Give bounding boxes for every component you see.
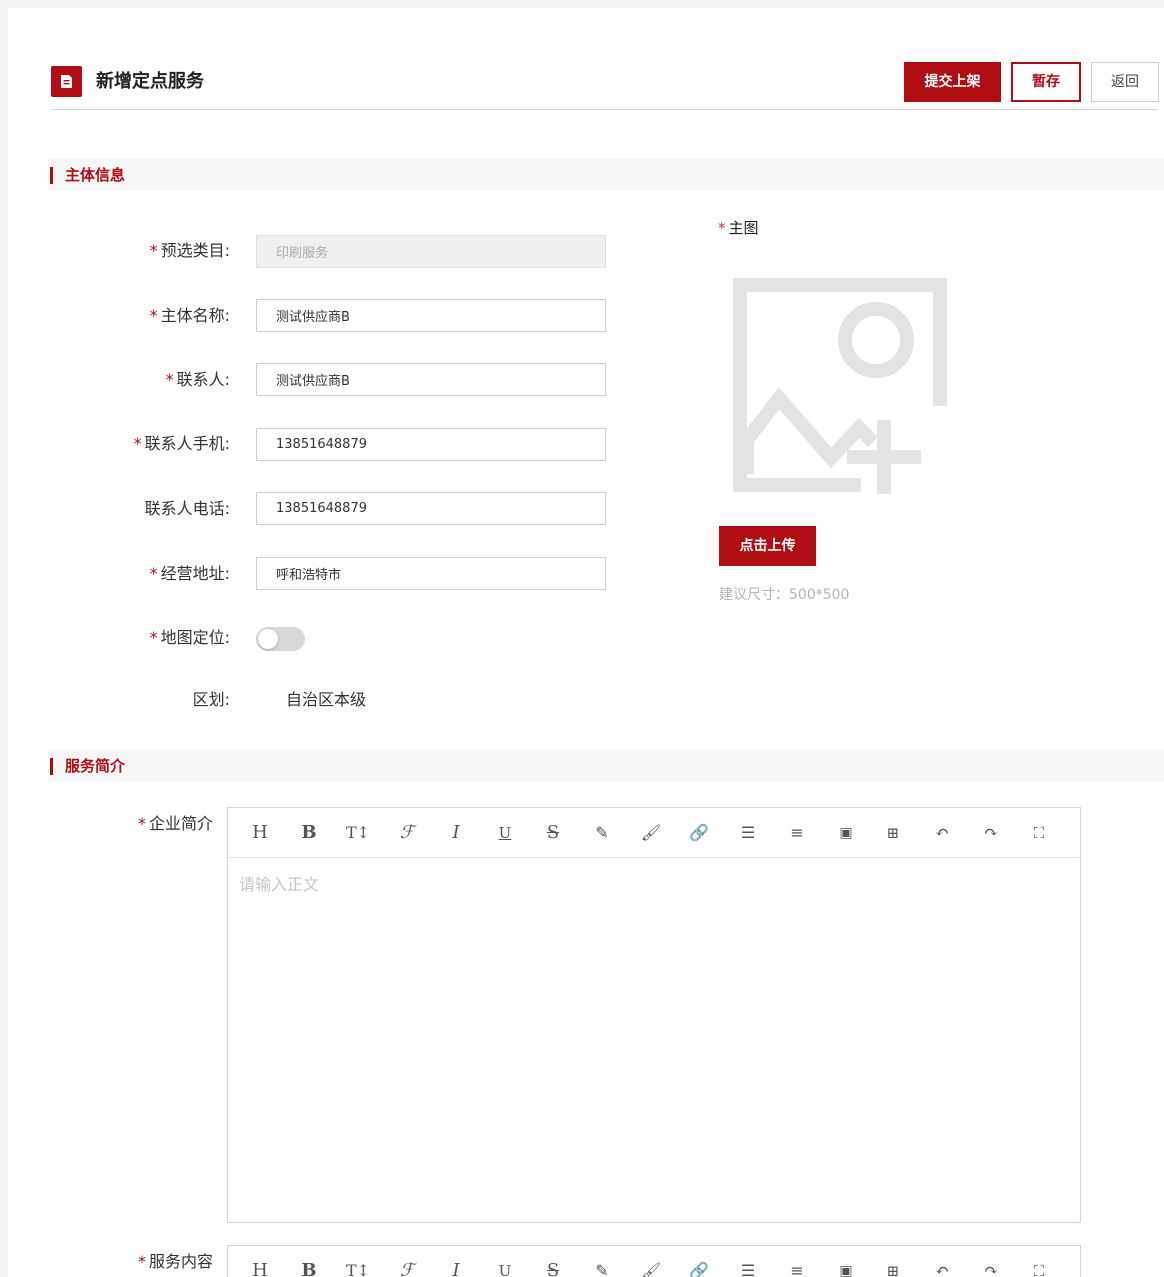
service-content-editor[interactable]: H B T↕ ℱ I U S ✎ 🖌 🔗 ☰ ≡ ▣ ⊞ ↶ ↷ ⛶ [227,1245,1081,1277]
align-icon[interactable]: ≡ [784,820,810,846]
contact-field[interactable] [256,363,606,396]
toggle-knob [258,629,278,649]
section-subject-info: 主体信息 [48,159,1164,191]
category-label: * 预选类目: [149,241,230,260]
contact-mobile-field[interactable] [256,428,606,461]
text-color-icon[interactable]: ✎ [589,1258,615,1277]
district-value: 自治区本级 [286,690,367,709]
font-size-icon[interactable]: T↕ [345,820,371,846]
table-icon[interactable]: ⊞ [880,1258,906,1277]
editor-toolbar: H B T↕ ℱ I U S ✎ 🖌 🔗 ☰ ≡ ▣ ⊞ ↶ ↷ ⛶ [228,808,1080,858]
table-icon[interactable]: ⊞ [880,820,906,846]
bold-icon[interactable]: B [296,1258,322,1277]
underline-icon[interactable]: U [492,820,518,846]
address-label: * 经营地址: [149,564,230,583]
align-icon[interactable]: ≡ [784,1258,810,1277]
category-field [256,235,606,268]
address-field[interactable] [256,557,606,590]
section-service-intro: 服务简介 [48,750,1164,782]
district-label: 区划: [192,690,230,709]
font-size-icon[interactable]: T↕ [345,1258,371,1277]
undo-icon[interactable]: ↶ [929,820,955,846]
text-color-icon[interactable]: ✎ [589,820,615,846]
image-placeholder-icon[interactable] [733,278,949,498]
list-icon[interactable]: ☰ [735,820,761,846]
list-icon[interactable]: ☰ [735,1258,761,1277]
fullscreen-icon[interactable]: ⛶ [1026,1258,1052,1277]
undo-icon[interactable]: ↶ [929,1258,955,1277]
redo-icon[interactable]: ↷ [978,1258,1004,1277]
submit-publish-button[interactable]: 提交上架 [904,62,1001,102]
heading-icon[interactable]: H [247,820,273,846]
upload-button[interactable]: 点击上传 [719,526,816,566]
link-icon[interactable]: 🔗 [686,1258,712,1277]
editor-toolbar: H B T↕ ℱ I U S ✎ 🖌 🔗 ☰ ≡ ▣ ⊞ ↶ ↷ ⛶ [228,1246,1080,1277]
company-intro-editor[interactable]: H B T↕ ℱ I U S ✎ 🖌 🔗 ☰ ≡ ▣ ⊞ ↶ ↷ ⛶ 请输入正文 [227,807,1081,1223]
image-icon[interactable]: ▣ [833,820,859,846]
contact-label: * 联系人: [165,370,230,389]
font-family-icon[interactable]: ℱ [394,820,420,846]
link-icon[interactable]: 🔗 [686,820,712,846]
bold-icon[interactable]: B [296,820,322,846]
italic-icon[interactable]: I [443,820,469,846]
redo-icon[interactable]: ↷ [978,820,1004,846]
contact-mobile-label: * 联系人手机: [133,434,230,453]
editor-placeholder: 请输入正文 [239,875,320,894]
service-content-label: * 服务内容 [137,1252,213,1271]
contact-phone-field[interactable] [256,492,606,525]
size-hint: 建议尺寸：500*500 [719,587,850,603]
heading-icon[interactable]: H [247,1258,273,1277]
page-title: 新增定点服务 [96,71,204,92]
section-title: 服务简介 [65,757,126,775]
background-color-icon[interactable]: 🖌 [638,1258,664,1277]
main-image-label: * 主图 [718,219,759,237]
italic-icon[interactable]: I [443,1258,469,1277]
section-title: 主体信息 [65,166,126,184]
section-marker [50,167,53,184]
map-location-toggle[interactable] [256,627,305,651]
map-location-label: * 地图定位: [149,628,230,647]
section-marker [50,758,53,775]
document-icon [51,66,82,97]
fullscreen-icon[interactable]: ⛶ [1026,820,1052,846]
subject-name-field[interactable] [256,299,606,332]
strikethrough-icon[interactable]: S [540,1258,566,1277]
page: 新增定点服务 提交上架 暂存 返回 主体信息 *预选类目: *主体名称: *联系… [8,8,1164,1277]
background-color-icon[interactable]: 🖌 [638,820,664,846]
save-draft-button[interactable]: 暂存 [1011,62,1081,102]
contact-phone-label: 联系人电话: [144,499,230,518]
image-icon[interactable]: ▣ [833,1258,859,1277]
company-intro-label: * 企业简介 [137,814,213,833]
underline-icon[interactable]: U [492,1258,518,1277]
header-divider [51,109,1158,110]
subject-name-label: * 主体名称: [149,306,230,325]
back-button[interactable]: 返回 [1091,62,1159,102]
strikethrough-icon[interactable]: S [540,820,566,846]
font-family-icon[interactable]: ℱ [394,1258,420,1277]
